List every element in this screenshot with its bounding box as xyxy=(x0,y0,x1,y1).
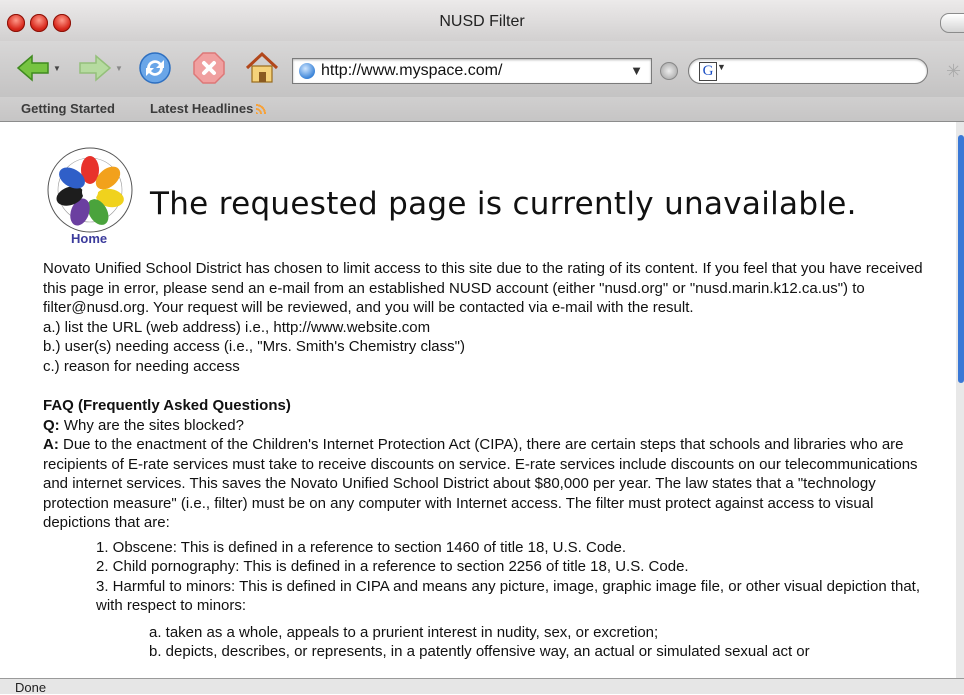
toolbar-toggle-button[interactable] xyxy=(940,13,964,33)
intro-paragraph: Novato Unified School District has chose… xyxy=(43,260,923,316)
forward-button[interactable]: ▼ xyxy=(78,51,123,85)
back-button[interactable]: ▼ xyxy=(16,51,61,85)
status-bar: Done xyxy=(0,678,964,695)
home-button[interactable] xyxy=(244,51,280,85)
step-item: b.) user(s) needing access (i.e., "Mrs. … xyxy=(43,338,465,355)
bookmark-getting-started[interactable]: Getting Started xyxy=(21,101,115,116)
bookmark-label: Latest Headlines xyxy=(150,101,254,116)
list-item: 3. Harmful to minors: This is defined in… xyxy=(96,577,921,615)
stop-button[interactable] xyxy=(192,51,226,85)
list-item: 2. Child pornography: This is defined in… xyxy=(96,558,689,575)
reload-icon xyxy=(139,52,171,84)
step-item: c.) reason for needing access xyxy=(43,357,240,375)
faq-question: Q: Why are the sites blocked? xyxy=(43,416,923,436)
page-body: Novato Unified School District has chose… xyxy=(43,259,923,662)
loading-throbber-icon: ✳ xyxy=(946,61,962,81)
faq-heading: FAQ (Frequently Asked Questions) xyxy=(43,397,291,414)
district-logo[interactable]: Home xyxy=(44,142,142,246)
scrollbar-thumb[interactable] xyxy=(958,135,964,383)
list-item: 1. Obscene: This is defined in a referen… xyxy=(96,538,627,556)
url-text: http://www.myspace.com/ xyxy=(321,62,503,79)
faq-answer: A: Due to the enactment of the Children'… xyxy=(43,435,923,533)
reload-button[interactable] xyxy=(138,51,172,85)
url-history-dropdown-icon[interactable]: ▼ xyxy=(630,63,643,78)
window-title: NUSD Filter xyxy=(439,13,525,30)
navigation-toolbar: ▼ ▼ http://www.myspace.com/ ▼ G ▼ ✳ xyxy=(0,41,964,97)
search-engine-dropdown-icon[interactable]: ▼ xyxy=(717,62,726,72)
rss-feed-icon xyxy=(256,104,267,114)
question-label: Q: xyxy=(43,416,60,434)
forward-history-icon[interactable]: ▼ xyxy=(115,64,123,73)
bookmarks-toolbar: Getting Started Latest Headlines xyxy=(0,97,964,122)
bookmark-latest-headlines[interactable]: Latest Headlines xyxy=(150,101,267,116)
step-item: a.) list the URL (web address) i.e., htt… xyxy=(43,318,431,336)
page-content: Home The requested page is currently una… xyxy=(0,122,956,678)
logo-home-link[interactable]: Home xyxy=(71,231,107,246)
question-text: Why are the sites blocked? xyxy=(63,416,244,434)
home-icon xyxy=(245,51,279,83)
title-bar: NUSD Filter xyxy=(0,0,964,42)
page-headline: The requested page is currently unavaila… xyxy=(150,186,857,222)
forward-arrow-icon xyxy=(79,54,112,82)
sublist-item: a. taken as a whole, appeals to a prurie… xyxy=(149,623,659,641)
back-arrow-icon xyxy=(16,54,49,82)
google-search-icon[interactable]: G xyxy=(699,62,717,81)
stop-icon xyxy=(193,52,225,84)
sublist-item: b. depicts, describes, or represents, in… xyxy=(149,643,810,660)
go-button[interactable] xyxy=(660,62,678,80)
answer-text: Due to the enactment of the Children's I… xyxy=(43,436,918,531)
back-history-icon[interactable]: ▼ xyxy=(53,64,61,73)
answer-label: A: xyxy=(43,436,59,453)
site-globe-icon xyxy=(299,63,315,79)
address-bar[interactable]: http://www.myspace.com/ ▼ xyxy=(292,58,652,84)
search-bar[interactable]: G ▼ xyxy=(688,58,928,84)
